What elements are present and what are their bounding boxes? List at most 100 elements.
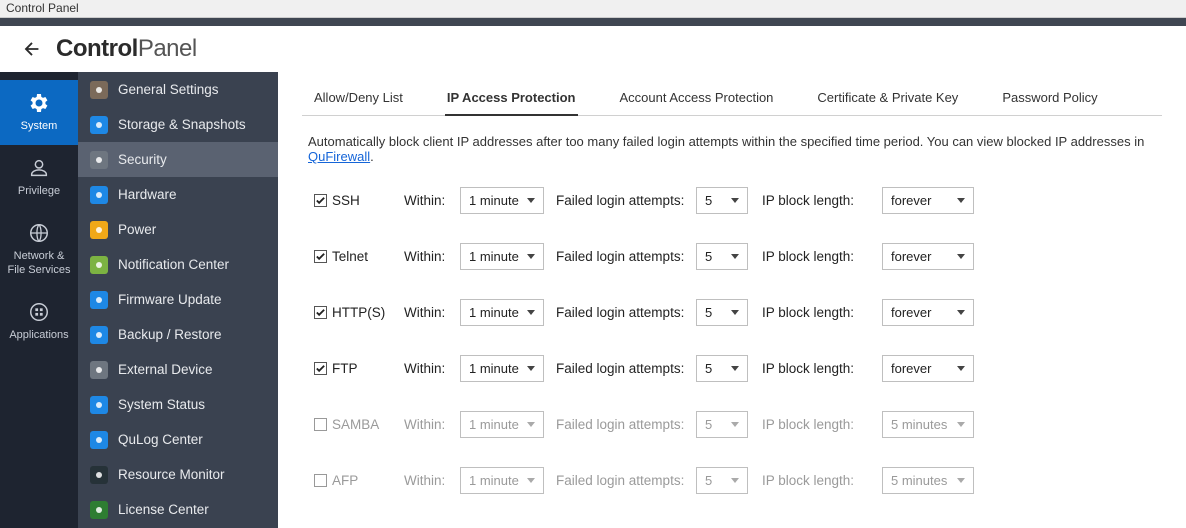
- block-value: forever: [891, 193, 931, 208]
- tab-account-access-protection[interactable]: Account Access Protection: [618, 80, 776, 115]
- chevron-down-icon: [527, 478, 535, 483]
- tab-bar: Allow/Deny List IP Access Protection Accou…: [302, 80, 1162, 116]
- page-title-thin: Panel: [138, 35, 197, 63]
- block-value: 5 minutes: [891, 417, 947, 432]
- within-select: 1 minute: [460, 467, 544, 494]
- attempts-select[interactable]: 5: [696, 243, 748, 270]
- rail-label: Network & File Services: [8, 250, 71, 276]
- subnav-item-resource-monitor[interactable]: Resource Monitor: [78, 457, 278, 492]
- rail-item-privilege[interactable]: Privilege: [0, 145, 78, 210]
- protocol-name: SAMBA: [332, 417, 379, 432]
- subnav-item-system-status[interactable]: System Status: [78, 387, 278, 422]
- failed-label: Failed login attempts:: [556, 361, 684, 376]
- tab-allow-deny-list[interactable]: Allow/Deny List: [312, 80, 405, 115]
- description: Automatically block client IP addresses …: [308, 134, 1156, 164]
- tab-certificate-private-key[interactable]: Certificate & Private Key: [815, 80, 960, 115]
- failed-label: Failed login attempts:: [556, 473, 684, 488]
- user-icon: [26, 155, 52, 181]
- within-value: 1 minute: [469, 249, 519, 264]
- rail-label: Privilege: [18, 185, 60, 198]
- attempts-select[interactable]: 5: [696, 299, 748, 326]
- within-label: Within:: [404, 473, 445, 488]
- block-select[interactable]: forever: [882, 187, 974, 214]
- within-label: Within:: [404, 249, 445, 264]
- rail-label: Applications: [9, 329, 68, 342]
- left-rail: System Privilege Network & File Services…: [0, 72, 78, 528]
- subnav-label: Backup / Restore: [118, 327, 222, 342]
- checkbox-samba[interactable]: [314, 418, 327, 431]
- block-select[interactable]: forever: [882, 299, 974, 326]
- within-label: Within:: [404, 417, 445, 432]
- subnav-item-backup-restore[interactable]: Backup / Restore: [78, 317, 278, 352]
- within-label: Within:: [404, 193, 445, 208]
- description-text: Automatically block client IP addresses …: [308, 134, 1144, 149]
- block-value: forever: [891, 361, 931, 376]
- subnav-item-storage-snapshots[interactable]: Storage & Snapshots: [78, 107, 278, 142]
- tab-password-policy[interactable]: Password Policy: [1000, 80, 1099, 115]
- subnav-icon: [90, 256, 108, 274]
- subnav-label: QuLog Center: [118, 432, 203, 447]
- attempts-select[interactable]: 5: [696, 355, 748, 382]
- block-label: IP block length:: [762, 417, 854, 432]
- protocol-rows: SSH Within: 1 minute Failed login attempts:…: [308, 172, 1156, 508]
- subnav-item-notification-center[interactable]: Notification Center: [78, 247, 278, 282]
- subnav-label: General Settings: [118, 82, 219, 97]
- checkbox-ssh[interactable]: [314, 194, 327, 207]
- chevron-down-icon: [731, 366, 739, 371]
- subnav-item-hardware[interactable]: Hardware: [78, 177, 278, 212]
- chevron-down-icon: [957, 366, 965, 371]
- rail-item-system[interactable]: System: [0, 80, 78, 145]
- within-value: 1 minute: [469, 361, 519, 376]
- checkbox-ftp[interactable]: [314, 362, 327, 375]
- qufirewall-link[interactable]: QuFirewall: [308, 149, 370, 164]
- attempts-select[interactable]: 5: [696, 187, 748, 214]
- within-select[interactable]: 1 minute: [460, 355, 544, 382]
- subnav-item-external-device[interactable]: External Device: [78, 352, 278, 387]
- subnav: General Settings Storage & Snapshots Secur…: [78, 72, 278, 528]
- block-label: IP block length:: [762, 473, 854, 488]
- rail-item-applications[interactable]: Applications: [0, 289, 78, 354]
- subnav-label: System Status: [118, 397, 205, 412]
- checkbox-http-s-[interactable]: [314, 306, 327, 319]
- block-select[interactable]: forever: [882, 355, 974, 382]
- subnav-item-qulog-center[interactable]: QuLog Center: [78, 422, 278, 457]
- block-value: 5 minutes: [891, 473, 947, 488]
- within-select[interactable]: 1 minute: [460, 299, 544, 326]
- subnav-item-firmware-update[interactable]: Firmware Update: [78, 282, 278, 317]
- chevron-down-icon: [731, 198, 739, 203]
- checkbox-telnet[interactable]: [314, 250, 327, 263]
- within-select[interactable]: 1 minute: [460, 187, 544, 214]
- subnav-icon: [90, 431, 108, 449]
- checkbox-afp[interactable]: [314, 474, 327, 487]
- subnav-label: Security: [118, 152, 167, 167]
- subnav-item-general-settings[interactable]: General Settings: [78, 72, 278, 107]
- within-select[interactable]: 1 minute: [460, 243, 544, 270]
- block-label: IP block length:: [762, 305, 854, 320]
- chevron-down-icon: [527, 366, 535, 371]
- subnav-item-license-center[interactable]: License Center: [78, 492, 278, 527]
- chevron-down-icon: [957, 198, 965, 203]
- chevron-down-icon: [527, 254, 535, 259]
- protocol-name: SSH: [332, 193, 360, 208]
- attempts-select: 5: [696, 467, 748, 494]
- subnav-icon: [90, 291, 108, 309]
- dark-strip: [0, 18, 1186, 26]
- attempts-value: 5: [705, 193, 712, 208]
- chevron-down-icon: [731, 254, 739, 259]
- protocol-row: TelnetWithin:1 minuteFailed login attemp…: [308, 228, 1156, 284]
- subnav-item-security[interactable]: Security: [78, 142, 278, 177]
- attempts-value: 5: [705, 473, 712, 488]
- protocol-name: Telnet: [332, 249, 368, 264]
- attempts-select: 5: [696, 411, 748, 438]
- within-label: Within:: [404, 361, 445, 376]
- subnav-item-power[interactable]: Power: [78, 212, 278, 247]
- rail-item-network[interactable]: Network & File Services: [0, 210, 78, 288]
- protocol-name: HTTP(S): [332, 305, 385, 320]
- subnav-icon: [90, 361, 108, 379]
- tab-ip-access-protection[interactable]: IP Access Protection: [445, 80, 578, 115]
- block-select[interactable]: forever: [882, 243, 974, 270]
- subnav-icon: [90, 221, 108, 239]
- back-button[interactable]: [18, 35, 46, 63]
- attempts-value: 5: [705, 249, 712, 264]
- window-title: Control Panel: [6, 1, 79, 15]
